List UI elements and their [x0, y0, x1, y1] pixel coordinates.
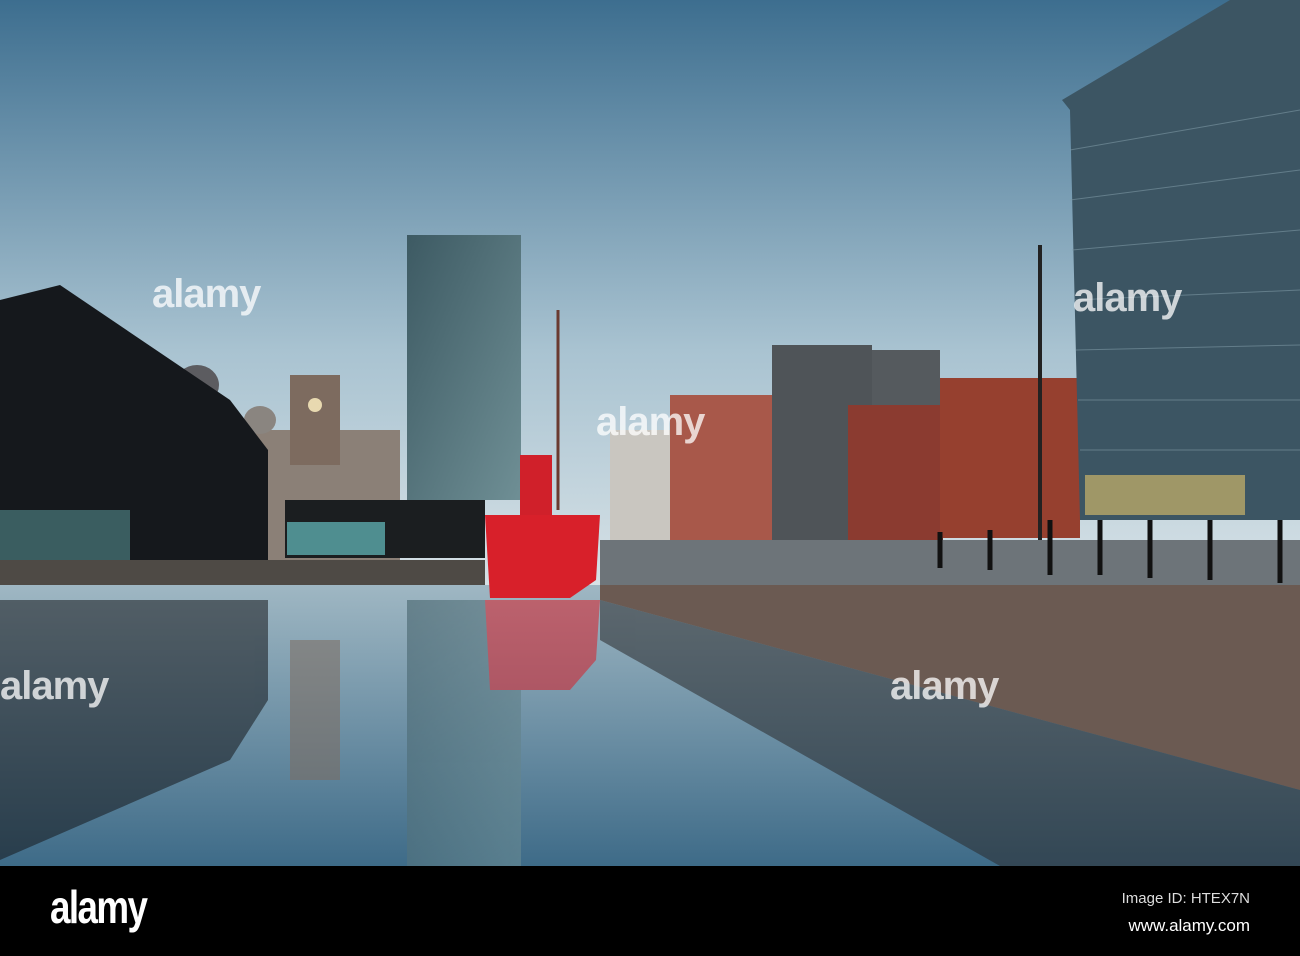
image-id: Image ID: HTEX7N: [1121, 890, 1250, 907]
watermark-text: alamy: [1073, 276, 1182, 320]
watermark-text: alamy: [0, 664, 109, 708]
alamy-logo: alamy: [50, 881, 148, 933]
watermark-text: alamy: [596, 400, 705, 444]
stock-photo: alamy alamy alamy alamy alamy alamy Imag…: [0, 0, 1300, 956]
footer-bar: alamy Image ID: HTEX7N www.alamy.com: [0, 866, 1300, 956]
watermark-text: alamy: [152, 272, 261, 316]
watermark-text: alamy: [890, 664, 999, 708]
website-url: www.alamy.com: [1128, 916, 1250, 935]
